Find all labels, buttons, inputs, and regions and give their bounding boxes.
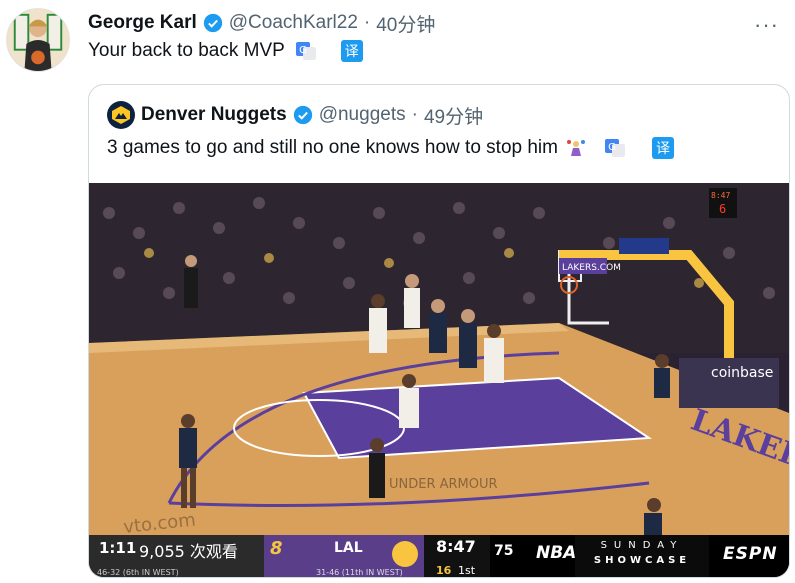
shot-clock-board-text: 8:47	[711, 191, 730, 200]
lal-record: 31-46 (11th IN WEST)	[316, 568, 403, 577]
tweet-header: George Karl @CoachKarl22 · 40分钟	[88, 10, 435, 36]
nuggets-avatar[interactable]	[107, 101, 135, 129]
separator-dot: ·	[411, 104, 418, 125]
quote-time[interactable]: 49分钟	[424, 102, 483, 129]
translate-button[interactable]: 译	[340, 40, 363, 62]
quote-author-handle[interactable]: @nuggets	[319, 104, 406, 126]
scorebug-show: SUNDAY SHOWCASE	[575, 535, 709, 577]
sponsor-text: coinbase	[711, 365, 773, 381]
svg-text:G: G	[608, 142, 616, 153]
verified-badge-icon	[203, 13, 222, 33]
google-translate-icon[interactable]: G	[604, 137, 626, 159]
shot-clock: 16	[436, 564, 452, 577]
view-count: 9,055 次观看	[139, 542, 238, 561]
den-record: 46-32 (6th IN WEST)	[97, 568, 179, 577]
scorebug-network: ESPN	[709, 535, 789, 577]
quoted-tweet[interactable]: Denver Nuggets @nuggets · 49分钟 3 games t…	[88, 84, 790, 578]
juggler-emoji-icon	[566, 140, 585, 156]
broadcast-clock: 1:11	[99, 539, 137, 557]
scorebug-time: 8:47 16 1st	[424, 535, 490, 577]
svg-text:G: G	[299, 45, 307, 56]
scorebug-left: 1:11 9,055 次观看 46-32 (6th IN WEST)	[89, 535, 264, 577]
tweet-text: Your back to back MVP G 译	[88, 40, 363, 62]
show-line1: SUNDAY	[600, 540, 684, 551]
lal-label: LAL	[334, 540, 363, 556]
tweet-body: Your back to back MVP	[88, 40, 285, 61]
svg-text:6: 6	[719, 202, 726, 216]
quarter: 1st	[458, 564, 476, 577]
tweet-time[interactable]: 40分钟	[376, 10, 435, 37]
court-banner-text: LAKERS.COM	[562, 263, 621, 273]
verified-badge-icon	[293, 105, 312, 125]
quote-text: 3 games to go and still no one knows how…	[107, 137, 674, 159]
quote-body: 3 games to go and still no one knows how…	[107, 137, 558, 158]
separator-dot: ·	[363, 12, 371, 33]
basketball-court-scene: LAKERS UNDER ARMOUR vto.com coinbase LAK…	[89, 183, 789, 577]
espn-logo-text: ESPN	[723, 544, 778, 564]
svg-text:UNDER ARMOUR: UNDER ARMOUR	[389, 477, 498, 492]
google-translate-icon[interactable]: G	[295, 40, 317, 62]
den-score: 8	[270, 538, 283, 559]
more-options-icon[interactable]: ···	[754, 12, 779, 38]
lakers-logo-icon	[392, 541, 418, 567]
tweet-card[interactable]: George Karl @CoachKarl22 · 40分钟 ··· Your…	[0, 0, 795, 583]
game-clock: 8:47	[436, 537, 476, 556]
quote-header: Denver Nuggets @nuggets · 49分钟	[107, 101, 483, 129]
video-player[interactable]: LAKERS UNDER ARMOUR vto.com coinbase LAK…	[89, 183, 789, 577]
show-line2: SHOWCASE	[593, 555, 691, 566]
anniversary-badge: 75	[494, 543, 514, 559]
author-name[interactable]: George Karl	[88, 12, 197, 34]
scorebug-nba: 75 NBA	[490, 535, 577, 577]
nba-logo-text: NBA	[536, 543, 577, 563]
scorebug: 1:11 9,055 次观看 46-32 (6th IN WEST) 8 LAL…	[89, 535, 789, 577]
translate-button[interactable]: 译	[651, 137, 674, 159]
author-handle[interactable]: @CoachKarl22	[229, 12, 358, 34]
author-avatar[interactable]	[6, 8, 70, 72]
scorebug-teams: 8 LAL 31-46 (11th IN WEST)	[264, 535, 424, 577]
quote-author-name[interactable]: Denver Nuggets	[141, 104, 287, 126]
